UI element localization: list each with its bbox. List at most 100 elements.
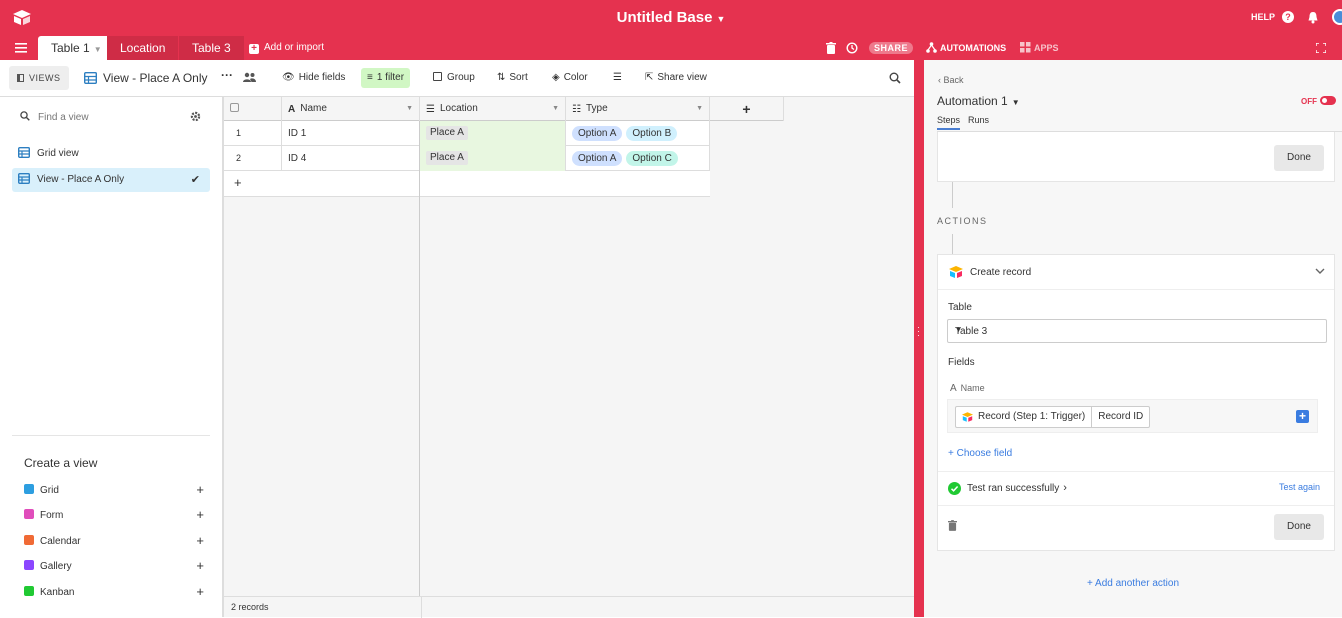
cell-name[interactable]: ID 4 <box>282 146 420 171</box>
column-header-name[interactable]: A Name ▼ <box>282 97 420 121</box>
token-source: Record (Step 1: Trigger) <box>956 407 1093 427</box>
group-button[interactable]: Group <box>429 68 479 88</box>
apps-icon <box>1020 42 1031 53</box>
plus-icon[interactable]: + <box>196 533 204 548</box>
sidebar-item-grid-view[interactable]: Grid view <box>12 142 210 166</box>
plus-icon[interactable]: + <box>196 482 204 497</box>
share-button[interactable]: SHARE <box>869 42 914 54</box>
divider <box>421 597 422 618</box>
column-menu-icon[interactable]: ▼ <box>696 97 703 121</box>
add-row-button[interactable]: + <box>224 171 710 197</box>
column-header-type[interactable]: ☷ Type ▼ <box>566 97 710 121</box>
current-view-name[interactable]: View - Place A Only <box>84 71 208 85</box>
chevron-down-icon[interactable] <box>1315 268 1325 274</box>
trash-icon[interactable] <box>948 520 957 531</box>
create-kanban-view[interactable]: Kanban + <box>24 584 204 604</box>
cell-type[interactable]: Option A Option C <box>566 146 710 171</box>
apps-label: APPS <box>1034 43 1059 53</box>
gallery-icon <box>24 560 34 570</box>
cell-location[interactable]: Place A <box>420 121 566 146</box>
choose-field-link[interactable]: + Choose field <box>948 448 1012 459</box>
tab-runs[interactable]: Runs <box>968 115 989 128</box>
divider <box>938 505 1334 506</box>
test-again-link[interactable]: Test again <box>1279 482 1320 492</box>
gear-icon[interactable] <box>190 111 201 122</box>
kanban-icon <box>24 586 34 596</box>
user-avatar[interactable] <box>1332 9 1342 25</box>
automation-title[interactable]: Automation 1 ▼ <box>937 94 1020 108</box>
frozen-column-divider[interactable] <box>419 121 420 617</box>
find-view-input[interactable]: Find a view <box>20 111 89 123</box>
action-header[interactable]: Create record <box>938 255 1334 290</box>
tab-table-3[interactable]: Table 3 <box>179 36 244 60</box>
caret-down-icon[interactable]: ▼ <box>94 45 102 54</box>
create-gallery-view[interactable]: Gallery + <box>24 558 204 578</box>
column-label: Type <box>585 103 608 114</box>
add-column-button[interactable]: + <box>710 97 784 121</box>
drag-handle-icon[interactable]: · · · <box>917 323 921 340</box>
table-row[interactable]: 2 ID 4 Place A Option A Option C <box>224 146 710 171</box>
row-number: 1 <box>224 121 282 146</box>
cell-name[interactable]: ID 1 <box>282 121 420 146</box>
insert-token-button[interactable]: + <box>1296 410 1309 423</box>
hide-fields-button[interactable]: 👁 Hide fields <box>278 68 349 88</box>
tab-steps[interactable]: Steps <box>937 115 961 130</box>
bell-icon[interactable] <box>1307 11 1319 24</box>
views-toggle-button[interactable]: VIEWS <box>9 66 69 90</box>
search-icon[interactable] <box>889 72 901 84</box>
cell-type[interactable]: Option A Option B <box>566 121 710 146</box>
form-icon <box>24 509 34 519</box>
color-button[interactable]: ◈ Color <box>548 68 592 88</box>
collaborators-icon[interactable] <box>243 72 256 82</box>
create-form-view[interactable]: Form + <box>24 507 204 527</box>
linked-record-chip[interactable]: Place A <box>426 126 468 141</box>
history-icon[interactable] <box>846 42 858 54</box>
help-link[interactable]: HELP <box>1251 12 1275 22</box>
filter-button[interactable]: ≡ 1 filter <box>361 68 411 88</box>
base-title[interactable]: Untitled Base ▼ <box>0 9 1342 26</box>
apps-button[interactable]: APPS <box>1020 42 1059 53</box>
column-menu-icon[interactable]: ▼ <box>406 97 413 121</box>
plus-icon[interactable]: + <box>196 584 204 599</box>
table-row[interactable]: 1 ID 1 Place A Option A Option B <box>224 121 710 146</box>
plus-icon[interactable]: + <box>196 558 204 573</box>
column-menu-icon[interactable]: ▼ <box>552 97 559 121</box>
trigger-card: Done <box>937 132 1335 182</box>
add-another-action-link[interactable]: + Add another action <box>924 578 1342 589</box>
automations-button[interactable]: AUTOMATIONS <box>926 42 1006 53</box>
back-link[interactable]: ‹ Back <box>938 75 964 85</box>
trigger-done-button[interactable]: Done <box>1274 145 1324 171</box>
grid-view-icon <box>18 173 30 184</box>
tab-location[interactable]: Location <box>107 36 179 60</box>
action-done-button[interactable]: Done <box>1274 514 1324 540</box>
share-view-button[interactable]: ⇱ Share view <box>641 68 711 88</box>
create-grid-view[interactable]: Grid + <box>24 482 204 502</box>
sort-button[interactable]: ⇅ Sort <box>493 68 532 88</box>
help-icon[interactable]: ? <box>1282 11 1294 23</box>
select-all-checkbox[interactable] <box>224 97 282 121</box>
linked-record-chip[interactable]: Place A <box>426 151 468 166</box>
dynamic-token[interactable]: Record (Step 1: Trigger) Record ID <box>955 406 1151 428</box>
expand-icon[interactable] <box>1316 43 1326 53</box>
automation-toggle[interactable]: OFF <box>1301 96 1336 106</box>
sidebar-item-place-a-view[interactable]: View - Place A Only ✔ <box>12 168 210 192</box>
caret-down-icon: ▼ <box>716 14 726 24</box>
add-or-import-button[interactable]: + Add or import <box>249 42 324 54</box>
name-field-value-input[interactable]: Record (Step 1: Trigger) Record ID + <box>947 399 1318 433</box>
column-header-location[interactable]: ☰ Location ▼ <box>420 97 566 121</box>
name-field-label: A Name <box>950 383 985 394</box>
create-calendar-view[interactable]: Calendar + <box>24 533 204 553</box>
hamburger-menu-icon[interactable] <box>15 43 27 53</box>
sidebar-icon <box>17 74 24 82</box>
test-status[interactable]: Test ran successfully › <box>967 482 1067 494</box>
more-options-icon[interactable]: ··· <box>221 68 233 82</box>
top-bar: Untitled Base ▼ HELP ? Table 1 ▼ Location … <box>0 0 1342 60</box>
tab-table-1[interactable]: Table 1 ▼ <box>38 36 115 60</box>
trash-icon[interactable] <box>826 42 836 54</box>
table-select[interactable]: Table 3 ▼ <box>947 319 1327 343</box>
row-height-button[interactable]: ☰ <box>609 68 626 88</box>
view-label: View - Place A Only <box>37 174 125 185</box>
cell-location[interactable]: Place A <box>420 146 566 171</box>
automations-icon <box>926 42 937 53</box>
plus-icon[interactable]: + <box>196 507 204 522</box>
